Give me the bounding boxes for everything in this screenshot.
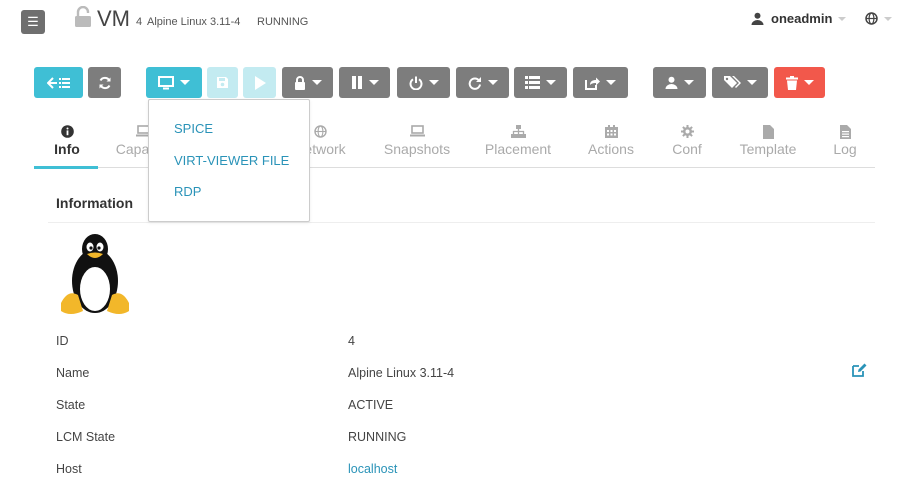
reboot-button[interactable] xyxy=(456,67,509,98)
host-link[interactable]: localhost xyxy=(348,462,397,476)
chevron-down-icon xyxy=(803,80,814,85)
chevron-down-icon xyxy=(180,80,190,85)
trash-icon xyxy=(785,75,798,90)
globe-icon xyxy=(313,125,327,138)
vm-id: 4 xyxy=(136,16,143,28)
section-divider xyxy=(48,222,875,223)
refresh-icon xyxy=(99,76,110,89)
list-button[interactable] xyxy=(514,67,567,98)
chevron-down-icon xyxy=(311,80,322,85)
row-value-lcm-state: RUNNING xyxy=(348,430,407,444)
laptop-icon xyxy=(409,125,425,137)
lock-open-icon xyxy=(75,6,91,27)
labels-button[interactable] xyxy=(712,67,768,98)
save-button[interactable] xyxy=(207,67,238,98)
chevron-down-icon xyxy=(368,80,379,85)
calendar-icon xyxy=(604,125,618,138)
row-label-state: State xyxy=(56,398,86,412)
hamburger-icon: ☰ xyxy=(27,14,39,29)
power-icon xyxy=(409,76,422,90)
chevron-down-icon xyxy=(428,80,439,85)
tab-snapshots[interactable]: Snapshots xyxy=(380,125,454,157)
list-icon xyxy=(525,76,540,89)
save-icon xyxy=(217,77,228,88)
tab-info[interactable]: Info xyxy=(42,125,92,157)
tab-actions[interactable]: Actions xyxy=(581,125,641,157)
tab-label: Actions xyxy=(588,141,634,157)
tab-conf[interactable]: Conf xyxy=(664,125,710,157)
vm-name: Alpine Linux 3.11-4 xyxy=(147,16,241,28)
edit-icon[interactable] xyxy=(852,363,867,377)
vm-state: RUNNING xyxy=(257,16,309,28)
tab-placement[interactable]: Placement xyxy=(480,125,556,157)
monitor-icon xyxy=(158,75,174,89)
power-button[interactable] xyxy=(397,67,450,98)
menu-item-rdp[interactable]: RDP xyxy=(174,184,201,199)
file-icon xyxy=(762,125,774,139)
active-tab-indicator xyxy=(34,166,98,169)
back-button[interactable] xyxy=(34,67,83,98)
menu-item-virt-viewer-file[interactable]: VIRT-VIEWER FILE xyxy=(174,153,289,168)
page-title: VM xyxy=(97,6,130,31)
user-menu[interactable]: oneadmin xyxy=(751,11,847,26)
chevron-down-icon xyxy=(838,16,847,21)
tab-label: Info xyxy=(54,141,80,157)
section-heading: Information xyxy=(56,195,133,211)
tab-label: Snapshots xyxy=(383,141,451,157)
owner-button[interactable] xyxy=(653,67,706,98)
lock-icon xyxy=(294,75,305,90)
chevron-down-icon xyxy=(487,80,498,85)
pause-icon xyxy=(351,76,362,89)
row-label-id: ID xyxy=(56,334,69,348)
menu-button[interactable]: ☰ xyxy=(21,10,45,34)
row-label-name: Name xyxy=(56,366,90,380)
row-value-id: 4 xyxy=(348,334,355,348)
console-button[interactable] xyxy=(146,67,202,98)
info-circle-icon xyxy=(60,125,74,138)
chevron-down-icon xyxy=(684,80,694,85)
delete-button[interactable] xyxy=(774,67,825,98)
row-label-host: Host xyxy=(56,462,82,476)
lock-button[interactable] xyxy=(282,67,333,98)
redo-icon xyxy=(468,76,481,90)
language-menu[interactable] xyxy=(865,12,892,25)
tab-label: Log xyxy=(833,141,857,157)
row-value-state: ACTIVE xyxy=(348,398,394,412)
play-button[interactable] xyxy=(243,67,276,98)
row-label-lcm-state: LCM State xyxy=(56,430,116,444)
back-list-icon xyxy=(46,76,70,89)
row-value-name: Alpine Linux 3.11-4 xyxy=(348,366,455,380)
tab-label: Template xyxy=(739,141,797,157)
globe-icon xyxy=(865,12,878,25)
play-icon xyxy=(254,75,266,90)
chevron-down-icon xyxy=(884,16,892,21)
share-icon xyxy=(585,77,600,90)
tux-penguin-logo xyxy=(61,234,129,314)
gear-icon xyxy=(680,125,694,138)
user-name: oneadmin xyxy=(771,11,833,26)
refresh-button[interactable] xyxy=(88,67,121,98)
console-dropdown-menu: SPICE VIRT-VIEWER FILE RDP xyxy=(148,99,310,222)
file-text-icon xyxy=(839,125,851,139)
chevron-down-icon xyxy=(606,80,616,85)
tab-template[interactable]: Template xyxy=(734,125,802,157)
tab-label: Conf xyxy=(672,141,702,157)
share-button[interactable] xyxy=(573,67,628,98)
user-icon xyxy=(665,76,678,89)
sitemap-icon xyxy=(510,125,526,138)
chevron-down-icon xyxy=(546,80,556,85)
pause-button[interactable] xyxy=(339,67,390,98)
tab-label: Placement xyxy=(484,141,552,157)
tab-log[interactable]: Log xyxy=(826,125,864,157)
tags-icon xyxy=(723,76,741,88)
chevron-down-icon xyxy=(746,80,757,85)
user-icon xyxy=(751,12,764,25)
menu-item-spice[interactable]: SPICE xyxy=(174,121,213,136)
